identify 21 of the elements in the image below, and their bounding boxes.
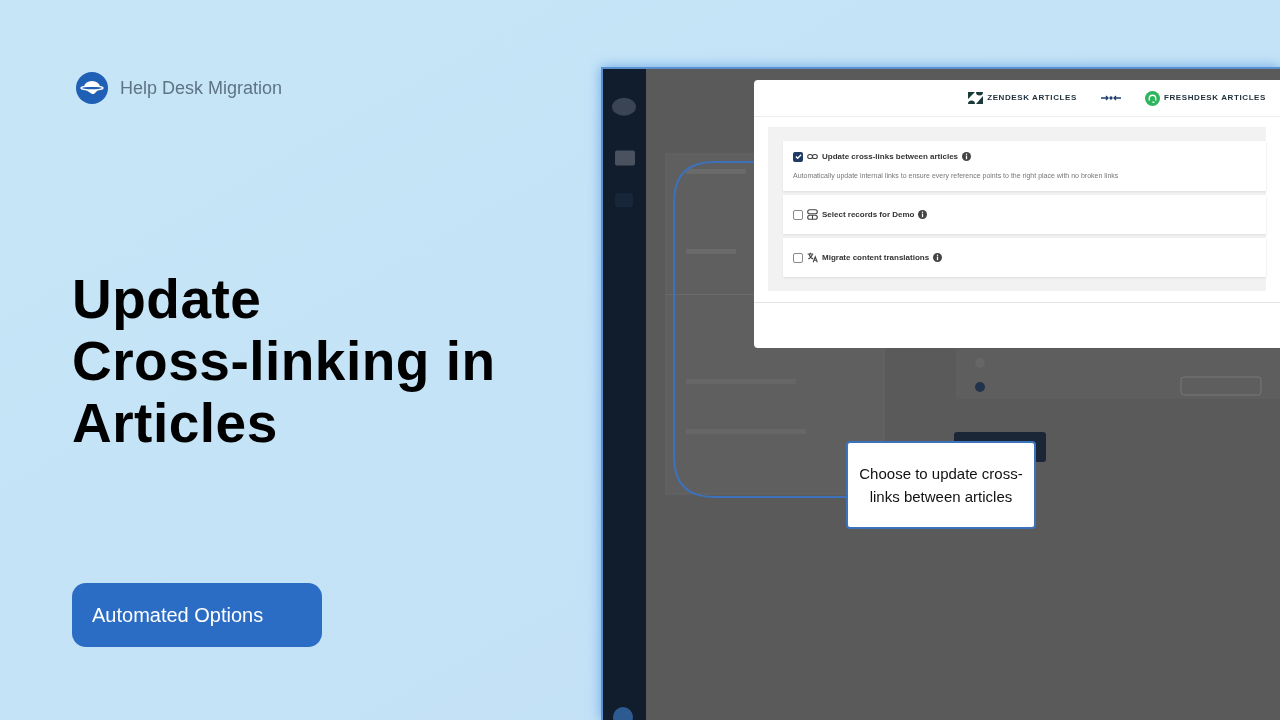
option-label: Migrate content translations <box>822 251 930 264</box>
arrows-icon <box>1100 94 1121 102</box>
source-platform: ZENDESK ARTICLES <box>987 92 1077 104</box>
zendesk-logo-icon <box>968 92 984 104</box>
logo-icon <box>76 72 108 104</box>
option-checkbox[interactable] <box>793 151 803 162</box>
info-icon <box>962 152 972 162</box>
option-label: Select records for Demo <box>822 208 915 221</box>
toggle-list-icon <box>807 209 818 220</box>
headline: Update Cross-linking in Articles <box>72 268 497 454</box>
option-checkbox[interactable] <box>793 209 803 220</box>
info-icon <box>918 210 928 219</box>
freshdesk-logo-icon <box>1144 90 1160 106</box>
option-checkbox[interactable] <box>793 252 803 263</box>
info-icon <box>933 253 943 262</box>
brand-name: Help Desk Migration <box>120 76 283 100</box>
automated-options-button[interactable]: Automated Options <box>72 583 322 647</box>
option-label: Update cross-links between articles <box>822 150 959 163</box>
translate-icon <box>807 252 818 263</box>
callout: Choose to update cross-links between articles <box>846 441 1036 529</box>
target-platform: FRESHDESK ARTICLES <box>1163 92 1266 104</box>
